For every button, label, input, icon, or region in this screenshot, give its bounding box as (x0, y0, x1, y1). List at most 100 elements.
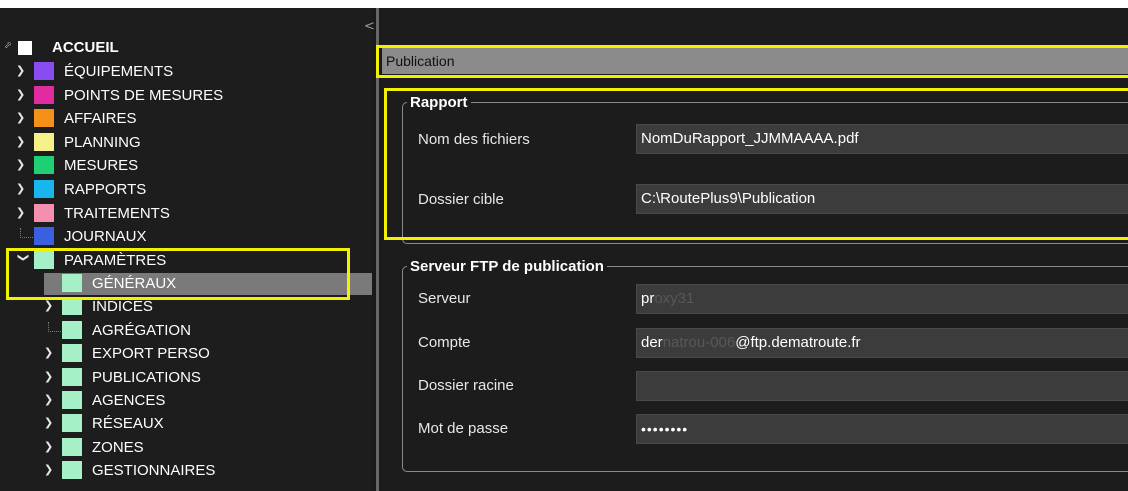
sidebar-item-label: TRAITEMENTS (64, 204, 170, 222)
main-panel: Publication Rapport Nom des fichiers Nom… (376, 8, 1128, 491)
sidebar-child-label: RÉSEAUX (92, 415, 164, 433)
sidebar-child-label: GÉNÉRAUX (92, 275, 177, 292)
target-folder-field[interactable]: C:\RoutePlus9\Publication (636, 184, 1128, 214)
server-value-obscured: oxy31 (654, 290, 695, 307)
tree-line-icon (48, 275, 61, 285)
sidebar-child-2[interactable]: AGRÉGATION (44, 320, 372, 342)
sidebar-item-0[interactable]: ❯ ÉQUIPEMENTS (16, 61, 356, 83)
sidebar-child-label: AGRÉGATION (92, 321, 191, 339)
collapse-panel-icon[interactable]: < (364, 20, 375, 33)
account-label: Compte (418, 334, 471, 351)
navigation-tree: ⬀ ACCUEIL ❯ ÉQUIPEMENTS ❯ POINTS DE MESURES… (0, 8, 372, 491)
chevron-right-icon[interactable]: ❯ (16, 157, 30, 173)
sidebar-item-6[interactable]: ❯ TRAITEMENTS (16, 203, 356, 225)
sidebar-child-label: EXPORT PERSO (92, 345, 210, 363)
server-value: pr (641, 290, 655, 307)
chevron-right-icon[interactable]: ❯ (16, 87, 30, 103)
chevron-right-icon[interactable]: ❯ (44, 415, 58, 431)
panel-splitter[interactable] (372, 8, 382, 491)
ftp-legend: Serveur FTP de publication (410, 258, 604, 275)
sidebar-item-label: ÉQUIPEMENTS (64, 63, 174, 80)
color-swatch (34, 85, 54, 104)
sidebar-child-6[interactable]: ❯ RÉSEAUX (44, 413, 372, 435)
sidebar-child-label: INDICES (92, 298, 153, 316)
chevron-right-icon[interactable]: ❯ (16, 205, 30, 221)
sidebar-item-4[interactable]: ❯ MESURES (16, 155, 356, 177)
sidebar-item-1[interactable]: ❯ POINTS DE MESURES (16, 85, 356, 107)
color-swatch (62, 344, 82, 363)
chevron-right-icon[interactable]: ❯ (16, 134, 30, 150)
sidebar-item-5[interactable]: ❯ RAPPORTS (16, 179, 356, 201)
sidebar-child-5[interactable]: ❯ AGENCES (44, 390, 372, 412)
color-swatch (34, 109, 54, 128)
chevron-right-icon[interactable]: ❯ (16, 63, 30, 79)
sidebar-child-7[interactable]: ❯ ZONES (44, 437, 372, 459)
sidebar-item-label: POINTS DE MESURES (64, 86, 224, 104)
sidebar-item-8[interactable]: ❯ PARAMÈTRES (16, 250, 356, 272)
sidebar-child-label: PUBLICATIONS (92, 368, 201, 386)
color-swatch (62, 367, 82, 386)
chevron-right-icon[interactable]: ❯ (44, 369, 58, 385)
color-swatch (62, 414, 82, 433)
color-swatch (62, 437, 82, 456)
sidebar-child-1[interactable]: ❯ INDICES (44, 296, 372, 318)
account-field[interactable]: dernatrou-006@ftp.dematroute.fr (636, 328, 1128, 358)
chevron-right-icon[interactable]: ❯ (44, 298, 58, 314)
tree-root-accueil[interactable]: ⬀ ACCUEIL (4, 39, 364, 57)
sidebar-child-label: GESTIONNAIRES (92, 462, 216, 480)
tree-root-label: ACCUEIL (52, 39, 119, 56)
chevron-right-icon[interactable]: ❯ (44, 392, 58, 408)
rapport-group: Rapport (402, 94, 1128, 244)
rapport-legend: Rapport (410, 94, 468, 111)
chevron-right-icon[interactable]: ❯ (16, 110, 30, 126)
expand-arrow-icon[interactable]: ⬀ (4, 41, 12, 51)
sidebar-child-8[interactable]: ❯ GESTIONNAIRES (44, 460, 372, 482)
color-swatch (62, 297, 82, 316)
sidebar-item-label: RAPPORTS (64, 181, 147, 198)
chevron-right-icon[interactable]: ❯ (44, 345, 58, 361)
sidebar-item-label: PLANNING (64, 133, 141, 151)
account-value: der (641, 334, 663, 351)
chevron-right-icon[interactable]: ❯ (44, 462, 58, 478)
target-folder-label: Dossier cible (418, 191, 504, 208)
sidebar-item-2[interactable]: ❯ AFFAIRES (16, 108, 356, 130)
color-swatch (34, 62, 54, 80)
color-swatch (62, 461, 82, 480)
sidebar-item-label: MESURES (64, 157, 139, 175)
sidebar-item-label: PARAMÈTRES (64, 251, 167, 269)
filename-label: Nom des fichiers (418, 131, 530, 148)
chevron-down-icon[interactable]: ❯ (15, 253, 31, 267)
sidebar-child-label: ZONES (92, 438, 144, 456)
color-swatch (34, 203, 54, 222)
sidebar-item-label: AFFAIRES (64, 110, 137, 128)
root-folder-label: Dossier racine (418, 377, 514, 394)
section-title: Publication (386, 53, 455, 69)
color-swatch (34, 156, 54, 175)
sidebar-item-label: JOURNAUX (64, 228, 147, 246)
chevron-right-icon[interactable]: ❯ (44, 439, 58, 455)
sidebar-item-7[interactable]: JOURNAUX (16, 226, 356, 248)
color-swatch (34, 250, 54, 269)
chevron-right-icon[interactable]: ❯ (16, 181, 30, 197)
sidebar-item-3[interactable]: ❯ PLANNING (16, 132, 356, 154)
color-swatch (34, 227, 54, 246)
app-window: ⬀ ACCUEIL ❯ ÉQUIPEMENTS ❯ POINTS DE MESURES… (0, 8, 1128, 491)
server-label: Serveur (418, 290, 471, 307)
password-field[interactable]: •••••••• (636, 414, 1128, 444)
color-swatch (62, 391, 82, 409)
server-field[interactable]: proxy31 (636, 284, 1128, 314)
color-swatch (34, 180, 54, 198)
root-folder-field[interactable] (636, 371, 1128, 401)
account-value-obscured: natrou-006 (662, 334, 736, 351)
color-swatch (62, 274, 82, 292)
filename-field[interactable]: NomDuRapport_JJMMAAAA.pdf (636, 124, 1128, 154)
sidebar-child-4[interactable]: ❯ PUBLICATIONS (44, 367, 372, 389)
account-domain: @ftp.dematroute.fr (735, 334, 861, 351)
root-color-swatch (18, 41, 32, 55)
sidebar-child-3[interactable]: ❯ EXPORT PERSO (44, 343, 372, 365)
color-swatch (62, 320, 82, 339)
tree-line-icon (48, 321, 61, 332)
sidebar-child-0[interactable]: GÉNÉRAUX (44, 273, 372, 295)
section-header: Publication (382, 48, 1128, 74)
sidebar-child-label: AGENCES (92, 392, 166, 409)
